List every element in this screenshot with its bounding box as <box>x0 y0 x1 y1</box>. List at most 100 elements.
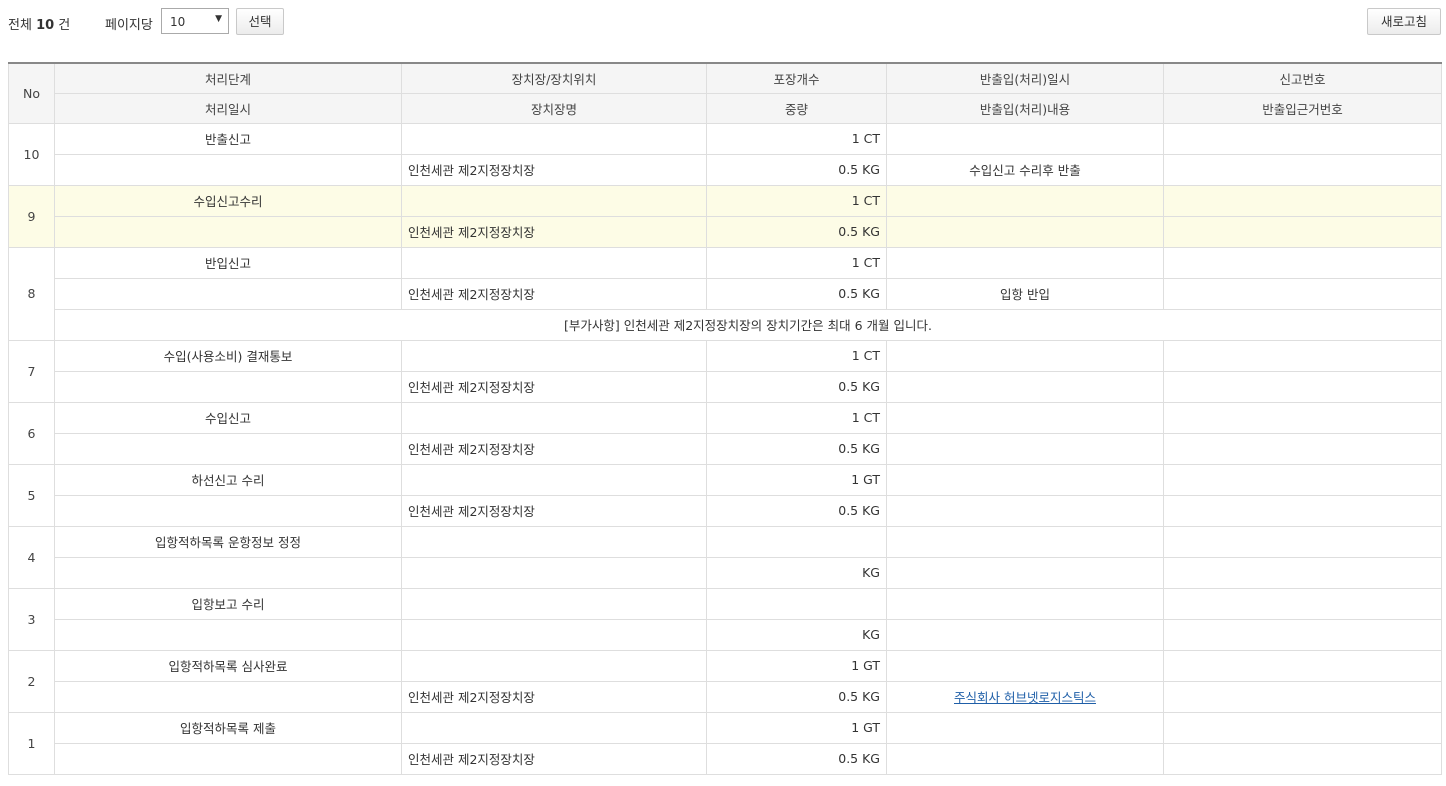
header-proc-datetime: 처리일시 <box>54 92 402 124</box>
stage-cell: 하선신고 수리 <box>54 463 402 496</box>
header-no: No <box>8 62 55 124</box>
header-io-content: 반출입(처리)내용 <box>886 92 1164 124</box>
table-row-sub: 인천세관 제2지정장치장 0.5 KG <box>9 494 1442 527</box>
stage-cell: 수입신고수리 <box>54 184 402 217</box>
report-no-cell <box>1163 525 1442 558</box>
weight-cell: KG <box>706 556 887 589</box>
stage-cell: 수입신고 <box>54 401 402 434</box>
table-body: 10 반출신고 1 CT 인천세관 제2지정장치장 0.5 KG 수입신고 수리후 반출 9… <box>8 122 1442 775</box>
io-datetime-cell <box>886 184 1164 217</box>
warehouse-cell <box>401 556 707 589</box>
table-row: 10 반출신고 1 CT <box>8 122 1442 186</box>
io-datetime-cell <box>886 401 1164 434</box>
io-content-cell <box>886 742 1164 775</box>
io-content-cell <box>886 618 1164 651</box>
warehouse-cell: 인천세관 제2지정장치장 <box>401 370 707 403</box>
location-cell <box>401 463 707 496</box>
location-cell <box>401 339 707 372</box>
company-link[interactable]: 주식회사 허브넷로지스틱스 <box>954 690 1096 705</box>
weight-cell: 0.5 KG <box>706 742 887 775</box>
row-number: 1 <box>8 711 55 775</box>
stage-cell: 입항보고 수리 <box>54 587 402 620</box>
total-count: 10 <box>36 18 55 33</box>
table-header: No 처리단계 장치장/장치위치 포장개수 반출입(처리)일시 신고번호 처리일… <box>8 62 1442 124</box>
weight-cell: 0.5 KG <box>706 432 887 465</box>
weight-cell: KG <box>706 618 887 651</box>
select-button[interactable]: 선택 <box>236 8 284 35</box>
io-datetime-cell <box>886 587 1164 620</box>
proc-datetime-cell <box>54 432 402 465</box>
row-number: 7 <box>8 339 55 403</box>
io-content-cell <box>886 432 1164 465</box>
row-number: 10 <box>8 122 55 186</box>
proc-datetime-cell <box>54 494 402 527</box>
basis-no-cell <box>1163 494 1442 527</box>
io-content-cell: 주식회사 허브넷로지스틱스 <box>886 680 1164 713</box>
proc-datetime-cell <box>54 153 402 186</box>
proc-datetime-cell <box>54 742 402 775</box>
table-row-note: [부가사항] 인천세관 제2지정장치장의 장치기간은 최대 6 개월 입니다. <box>9 308 1442 341</box>
table-row: 8 반입신고 1 CT <box>8 246 1442 341</box>
header-weight: 중량 <box>706 92 887 124</box>
location-cell <box>401 122 707 155</box>
weight-cell: 0.5 KG <box>706 277 887 310</box>
table-row-sub: 인천세관 제2지정장치장 0.5 KG <box>9 742 1442 775</box>
table-row-sub: KG <box>9 618 1442 651</box>
table-row: 9 수입신고수리 1 CT <box>8 184 1442 248</box>
basis-no-cell <box>1163 556 1442 589</box>
header-packages: 포장개수 <box>706 62 887 94</box>
row-number: 9 <box>8 184 55 248</box>
header-stage: 처리단계 <box>54 62 402 94</box>
note-cell: [부가사항] 인천세관 제2지정장치장의 장치기간은 최대 6 개월 입니다. <box>54 308 1442 341</box>
list-toolbar: 전체 10 건 페이지당 10 ▼ 선택 새로고침 <box>0 0 1446 44</box>
refresh-button[interactable]: 새로고침 <box>1367 8 1441 35</box>
stage-cell: 입항적하목록 운항정보 정정 <box>54 525 402 558</box>
weight-cell: 0.5 KG <box>706 215 887 248</box>
report-no-cell <box>1163 184 1442 217</box>
report-no-cell <box>1163 649 1442 682</box>
packages-cell <box>706 525 887 558</box>
report-no-cell <box>1163 463 1442 496</box>
table-row-sub: 인천세관 제2지정장치장 0.5 KG 주식회사 허브넷로지스틱스 <box>9 680 1442 713</box>
row-number: 8 <box>8 246 55 341</box>
basis-no-cell <box>1163 215 1442 248</box>
row-number: 3 <box>8 587 55 651</box>
warehouse-cell: 인천세관 제2지정장치장 <box>401 153 707 186</box>
location-cell <box>401 587 707 620</box>
packages-cell: 1 CT <box>706 401 887 434</box>
warehouse-cell: 인천세관 제2지정장치장 <box>401 277 707 310</box>
report-no-cell <box>1163 339 1442 372</box>
warehouse-cell: 인천세관 제2지정장치장 <box>401 680 707 713</box>
report-no-cell <box>1163 711 1442 744</box>
header-location: 장치장/장치위치 <box>401 62 707 94</box>
table-row-sub: 인천세관 제2지정장치장 0.5 KG 입항 반입 <box>9 277 1442 310</box>
header-io-datetime: 반출입(처리)일시 <box>886 62 1164 94</box>
packages-cell: 1 CT <box>706 339 887 372</box>
stage-cell: 반출신고 <box>54 122 402 155</box>
per-page-select[interactable]: 10 ▼ <box>161 8 229 34</box>
table-row-sub: 인천세관 제2지정장치장 0.5 KG <box>9 432 1442 465</box>
row-number: 6 <box>8 401 55 465</box>
location-cell <box>401 401 707 434</box>
table-row-sub: 인천세관 제2지정장치장 0.5 KG <box>9 370 1442 403</box>
io-content-cell <box>886 215 1164 248</box>
packages-cell: 1 GT <box>706 463 887 496</box>
row-number: 2 <box>8 649 55 713</box>
basis-no-cell <box>1163 680 1442 713</box>
basis-no-cell <box>1163 618 1442 651</box>
tracking-table: No 처리단계 장치장/장치위치 포장개수 반출입(처리)일시 신고번호 처리일… <box>8 62 1442 775</box>
table-row: 7 수입(사용소비) 결재통보 1 CT <box>8 339 1442 403</box>
chevron-down-icon: ▼ <box>215 14 222 24</box>
report-no-cell <box>1163 246 1442 279</box>
per-page-value: 10 <box>170 15 186 29</box>
stage-cell: 수입(사용소비) 결재통보 <box>54 339 402 372</box>
io-datetime-cell <box>886 339 1164 372</box>
table-row-sub: KG <box>9 556 1442 589</box>
io-content-cell <box>886 370 1164 403</box>
packages-cell: 1 CT <box>706 122 887 155</box>
row-number: 5 <box>8 463 55 527</box>
warehouse-cell: 인천세관 제2지정장치장 <box>401 494 707 527</box>
warehouse-cell <box>401 618 707 651</box>
io-content-cell: 입항 반입 <box>886 277 1164 310</box>
header-report-no: 신고번호 <box>1163 62 1442 94</box>
